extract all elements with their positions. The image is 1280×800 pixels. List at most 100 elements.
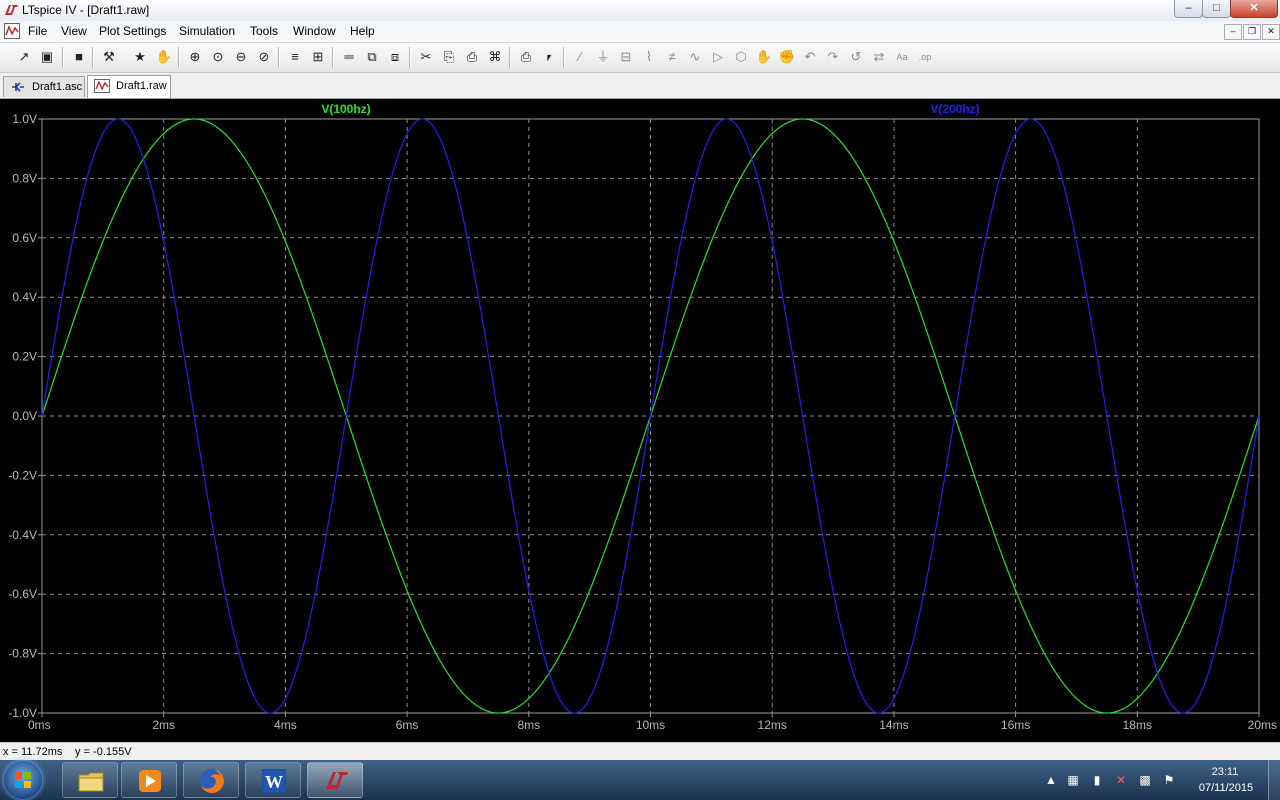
legend-v-200hz[interactable]: V(200hz)	[930, 102, 979, 116]
firefox-icon	[200, 769, 224, 793]
menu-bar: File View Plot Settings Simulation Tools…	[0, 21, 1280, 43]
halt-icon[interactable]: ✋	[155, 48, 173, 66]
taskbar-firefox[interactable]	[183, 762, 239, 798]
toolbar: ↗ ▣ ■ ⚒ ★ ✋ ⊕ ⊙ ⊖ ⊘ ≡ ⊞ ═ ⧉ ⧈ ✂ ⎘ ⎙ ⌘ ⎙ ⎖ ∕ ⏚ ⊟ ⌇ ≠ ∿ ▷ ⬡ ✋ ✊ ↶ ↷ ↺ ⇄ Aa .op	[0, 43, 1280, 73]
save-icon[interactable]: ■	[70, 48, 88, 66]
plot-settings-icon[interactable]: ↗	[15, 48, 33, 66]
undo-icon[interactable]: ↶	[801, 48, 819, 66]
show-desktop-button[interactable]	[1268, 760, 1280, 800]
drag-icon[interactable]: ✊	[778, 48, 796, 66]
x-tick-label: 14ms	[879, 718, 908, 732]
zoom-pan-icon[interactable]: ⊙	[209, 48, 227, 66]
menu-plot-settings[interactable]: Plot Settings	[99, 24, 166, 38]
media-player-icon	[139, 770, 161, 792]
x-tick-label: 20ms	[1248, 718, 1277, 732]
capacitor-icon[interactable]: ≠	[663, 48, 681, 66]
taskbar: W ▲ ▦ ▮ ✕ ▩ ⚑ 23:11 07/11/2015	[0, 760, 1280, 800]
taskbar-explorer[interactable]	[62, 762, 118, 798]
battery-icon[interactable]: ▮	[1090, 773, 1104, 787]
y-tick-label: 0.2V	[12, 350, 37, 364]
toolbar-separator	[278, 47, 280, 68]
waveform-icon	[94, 79, 110, 93]
toolbar-separator	[332, 47, 334, 68]
menu-tools[interactable]: Tools	[250, 24, 278, 38]
zoom-out-icon[interactable]: ⊖	[232, 48, 250, 66]
close-button[interactable]: ✕	[1230, 0, 1278, 18]
control-panel-icon[interactable]: ⚒	[100, 48, 118, 66]
toolbar-separator	[92, 47, 94, 68]
y-tick-label: 1.0V	[12, 112, 37, 126]
rotate-icon[interactable]: ↺	[847, 48, 865, 66]
open-icon[interactable]: ▣	[38, 48, 56, 66]
taskbar-media-player[interactable]	[121, 762, 177, 798]
run-icon[interactable]: ★	[131, 48, 149, 66]
window-title: LTspice IV - [Draft1.raw]	[22, 3, 150, 17]
x-tick-label: 0ms	[28, 718, 51, 732]
cascade-icon[interactable]: ⧉	[363, 48, 381, 66]
label-icon[interactable]: ⊟	[617, 48, 635, 66]
waveform-document-icon[interactable]	[4, 23, 20, 39]
toolbar-separator	[563, 47, 565, 68]
component-icon[interactable]: ⬡	[732, 48, 750, 66]
word-icon: W	[262, 769, 286, 793]
tab-draft1-raw[interactable]: Draft1.raw	[87, 75, 171, 98]
start-button[interactable]	[4, 761, 42, 799]
find-icon[interactable]: ⌘	[486, 48, 504, 66]
tab-draft1-asc[interactable]: Draft1.asc	[3, 76, 85, 97]
folder-icon	[78, 772, 104, 792]
tile-horizontal-icon[interactable]: ═	[340, 48, 358, 66]
tile-vertical-icon[interactable]: ⧈	[386, 48, 404, 66]
autorange-icon[interactable]: ≡	[286, 48, 304, 66]
redo-icon[interactable]: ↷	[824, 48, 842, 66]
cut-icon[interactable]: ✂	[417, 48, 435, 66]
text-icon[interactable]: Aa	[893, 48, 911, 66]
x-tick-label: 16ms	[1001, 718, 1030, 732]
menu-file[interactable]: File	[28, 24, 47, 38]
legend-v-100hz[interactable]: V(100hz)	[321, 102, 370, 116]
x-tick-label: 12ms	[758, 718, 787, 732]
mdi-minimize-button[interactable]: –	[1224, 24, 1242, 40]
x-tick-label: 6ms	[396, 718, 419, 732]
taskbar-word[interactable]: W	[245, 762, 301, 798]
clock-date[interactable]: 07/11/2015	[1186, 782, 1266, 794]
menu-window[interactable]: Window	[293, 24, 336, 38]
mdi-restore-button[interactable]: ❐	[1243, 24, 1261, 40]
windows-logo-icon	[15, 772, 31, 788]
paste-icon[interactable]: ⎙	[463, 48, 481, 66]
copy-icon[interactable]: ⎘	[440, 48, 458, 66]
move-icon[interactable]: ✋	[755, 48, 773, 66]
zoom-full-icon[interactable]: ⊘	[255, 48, 273, 66]
minimize-button[interactable]: –	[1174, 0, 1203, 18]
print-setup-icon[interactable]: ⎙	[517, 48, 535, 66]
wire-icon[interactable]: ∕	[571, 48, 589, 66]
clock-time[interactable]: 23:11	[1200, 766, 1250, 778]
waveform-plot[interactable]: 0ms 2ms 4ms 6ms 8ms 10ms 12ms 14ms 16ms 18ms 20ms 1…	[0, 99, 1280, 742]
toolbar-separator	[409, 47, 411, 68]
x-tick-label: 18ms	[1123, 718, 1152, 732]
mdi-close-button[interactable]: ✕	[1262, 24, 1280, 40]
menu-simulation[interactable]: Simulation	[179, 24, 235, 38]
plot-pane[interactable]: 0ms 2ms 4ms 6ms 8ms 10ms 12ms 14ms 16ms 18ms 20ms 1…	[0, 99, 1280, 742]
mirror-icon[interactable]: ⇄	[870, 48, 888, 66]
spice-directive-icon[interactable]: .op	[916, 48, 934, 66]
taskbar-ltspice[interactable]	[307, 762, 363, 798]
menu-help[interactable]: Help	[350, 24, 375, 38]
tab-bar: Draft1.asc Draft1.raw	[0, 73, 1280, 99]
volume-muted-icon[interactable]: ✕	[1114, 773, 1128, 787]
maximize-button[interactable]: □	[1202, 0, 1231, 18]
x-tick-label: 8ms	[517, 718, 540, 732]
y-tick-label: 0.8V	[12, 171, 37, 185]
print-icon[interactable]: ⎖	[540, 48, 558, 66]
ground-icon[interactable]: ⏚	[594, 48, 612, 66]
menu-view[interactable]: View	[61, 24, 87, 38]
fit-icon[interactable]: ⊞	[309, 48, 327, 66]
zoom-in-icon[interactable]: ⊕	[186, 48, 204, 66]
x-tick-label: 2ms	[152, 718, 175, 732]
resistor-icon[interactable]: ⌇	[640, 48, 658, 66]
tray-expand-icon[interactable]: ▲	[1044, 773, 1058, 787]
network-icon[interactable]: ▩	[1138, 773, 1152, 787]
inductor-icon[interactable]: ∿	[686, 48, 704, 66]
diode-icon[interactable]: ▷	[709, 48, 727, 66]
tray-windows-icon[interactable]: ▦	[1066, 773, 1080, 787]
action-center-flag-icon[interactable]: ⚑	[1162, 773, 1176, 787]
